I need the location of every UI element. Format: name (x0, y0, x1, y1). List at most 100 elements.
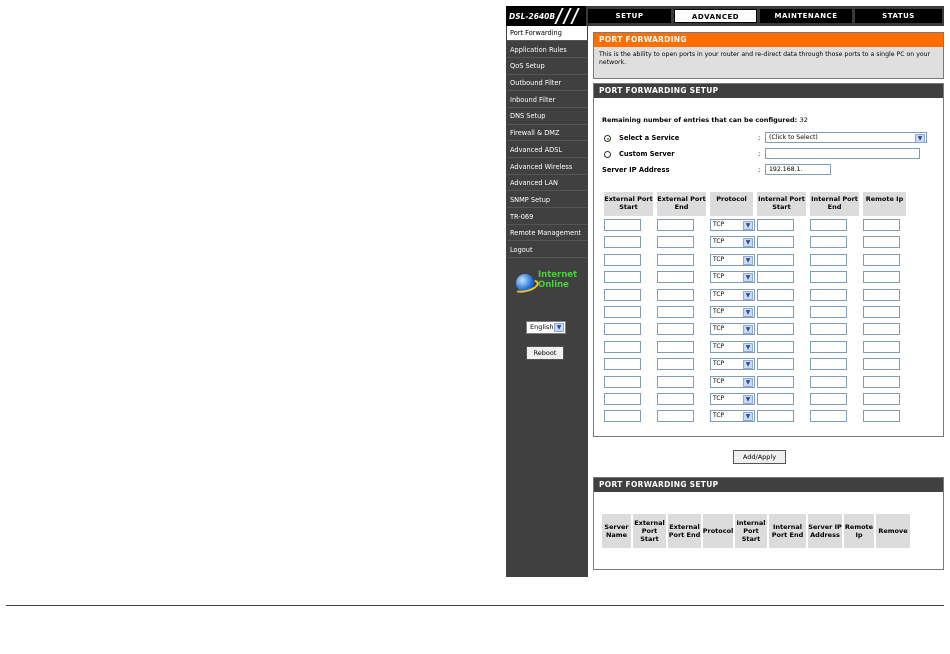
protocol-select[interactable]: TCP ▼ (710, 393, 755, 405)
port-input[interactable] (657, 358, 694, 371)
port-input[interactable] (810, 323, 847, 336)
protocol-select[interactable]: TCP ▼ (710, 323, 755, 336)
protocol-select[interactable]: TCP ▼ (710, 219, 755, 231)
port-input[interactable] (863, 375, 900, 388)
port-input[interactable] (657, 340, 694, 353)
chevron-down-icon[interactable]: ▼ (743, 290, 753, 300)
chevron-down-icon[interactable]: ▼ (743, 273, 753, 283)
chevron-down-icon[interactable]: ▼ (743, 377, 753, 387)
chevron-down-icon[interactable]: ▼ (915, 134, 925, 143)
protocol-select[interactable]: TCP ▼ (710, 288, 755, 301)
port-input[interactable] (810, 271, 847, 284)
port-input[interactable] (657, 306, 694, 318)
tab-status[interactable]: STATUS (855, 9, 942, 23)
port-input[interactable] (657, 236, 694, 249)
chevron-down-icon[interactable]: ▼ (743, 360, 753, 370)
port-input[interactable] (604, 271, 641, 284)
port-input[interactable] (657, 323, 694, 336)
port-input[interactable] (757, 236, 794, 249)
port-input[interactable] (863, 323, 900, 336)
port-input[interactable] (757, 271, 794, 284)
port-input[interactable] (604, 288, 641, 301)
sidebar-item[interactable]: Remote Management (507, 226, 587, 242)
custom-server-input[interactable] (765, 148, 920, 159)
port-input[interactable] (863, 358, 900, 371)
port-input[interactable] (657, 271, 694, 284)
port-input[interactable] (604, 393, 641, 405)
port-input[interactable] (810, 288, 847, 301)
chevron-down-icon[interactable]: ▼ (743, 412, 753, 422)
tab-setup[interactable]: SETUP (588, 9, 671, 23)
port-input[interactable] (863, 410, 900, 423)
port-input[interactable] (810, 410, 847, 423)
port-input[interactable] (604, 253, 641, 266)
port-input[interactable] (604, 375, 641, 388)
port-input[interactable] (810, 393, 847, 405)
sidebar-item[interactable]: Advanced ADSL (507, 142, 587, 158)
port-input[interactable] (863, 340, 900, 353)
port-input[interactable] (657, 253, 694, 266)
chevron-down-icon[interactable]: ▼ (743, 308, 753, 317)
chevron-down-icon[interactable]: ▼ (743, 255, 753, 265)
sidebar-item[interactable]: QoS Setup (507, 59, 587, 75)
port-input[interactable] (657, 219, 694, 231)
port-input[interactable] (757, 306, 794, 318)
sidebar-item[interactable]: DNS Setup (507, 109, 587, 125)
port-input[interactable] (757, 253, 794, 266)
chevron-down-icon[interactable]: ▼ (743, 395, 753, 404)
port-input[interactable] (757, 393, 794, 405)
port-input[interactable] (757, 323, 794, 336)
protocol-select[interactable]: TCP ▼ (710, 410, 755, 423)
chevron-down-icon[interactable]: ▼ (743, 238, 753, 248)
port-input[interactable] (810, 253, 847, 266)
port-input[interactable] (757, 288, 794, 301)
sidebar-item[interactable]: Inbound Filter (507, 92, 587, 108)
port-input[interactable] (810, 219, 847, 231)
chevron-down-icon[interactable]: ▼ (743, 342, 753, 352)
sidebar-item[interactable]: Advanced LAN (507, 176, 587, 192)
reboot-button[interactable]: Reboot (526, 346, 564, 360)
chevron-down-icon[interactable]: ▼ (743, 325, 753, 335)
port-input[interactable] (604, 323, 641, 336)
port-input[interactable] (657, 410, 694, 423)
port-input[interactable] (604, 410, 641, 423)
port-input[interactable] (810, 358, 847, 371)
sidebar-item[interactable]: Logout (507, 242, 587, 259)
port-input[interactable] (757, 358, 794, 371)
port-input[interactable] (657, 393, 694, 405)
protocol-select[interactable]: TCP ▼ (710, 271, 755, 284)
port-input[interactable] (863, 288, 900, 301)
port-input[interactable] (757, 219, 794, 231)
port-input[interactable] (757, 410, 794, 423)
protocol-select[interactable]: TCP ▼ (710, 306, 755, 318)
protocol-select[interactable]: TCP ▼ (710, 253, 755, 266)
port-input[interactable] (863, 236, 900, 249)
language-select[interactable]: English ▼ (526, 321, 566, 334)
port-input[interactable] (604, 219, 641, 231)
sidebar-item[interactable]: SNMP Setup (507, 192, 587, 209)
port-input[interactable] (604, 358, 641, 371)
port-input[interactable] (657, 288, 694, 301)
port-input[interactable] (604, 236, 641, 249)
service-select[interactable]: (Click to Select) ▼ (765, 132, 927, 143)
protocol-select[interactable]: TCP ▼ (710, 375, 755, 388)
port-input[interactable] (810, 375, 847, 388)
sidebar-item[interactable]: Outbound Filter (507, 76, 587, 92)
port-input[interactable] (757, 340, 794, 353)
sidebar-item[interactable]: Application Rules (507, 42, 587, 58)
port-input[interactable] (604, 306, 641, 318)
select-service-radio[interactable] (604, 135, 611, 142)
port-input[interactable] (810, 340, 847, 353)
port-input[interactable] (657, 375, 694, 388)
port-input[interactable] (810, 306, 847, 318)
sidebar-item[interactable]: TR-069 (507, 209, 587, 225)
port-input[interactable] (810, 236, 847, 249)
protocol-select[interactable]: TCP ▼ (710, 358, 755, 371)
tab-advanced[interactable]: ADVANCED (674, 9, 757, 23)
port-input[interactable] (863, 271, 900, 284)
port-input[interactable] (863, 219, 900, 231)
protocol-select[interactable]: TCP ▼ (710, 340, 755, 353)
sidebar-item[interactable]: Firewall & DMZ (507, 126, 587, 142)
chevron-down-icon[interactable]: ▼ (554, 323, 564, 332)
sidebar-item[interactable]: Port Forwarding (507, 26, 587, 42)
